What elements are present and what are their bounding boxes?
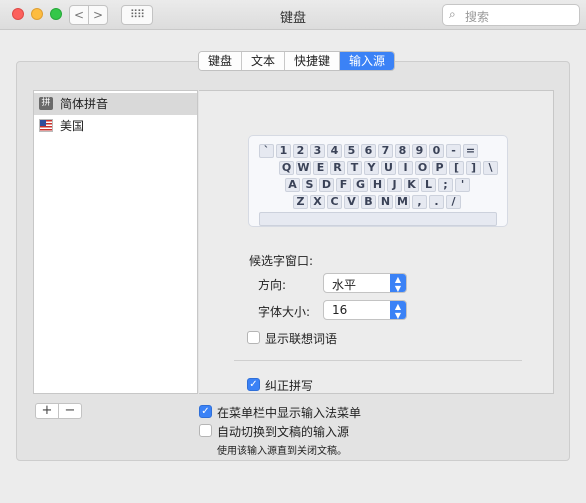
list-item-label: 美国 [60,119,85,133]
key: E [313,161,328,175]
font-size-label: 字体大小: [258,305,311,319]
add-input-source-button[interactable]: + [35,403,59,419]
key: K [404,178,419,192]
key: 0 [429,144,444,158]
key: - [446,144,461,158]
list-item-pinyin[interactable]: 拼 简体拼音 [34,93,197,115]
key: D [319,178,334,192]
show-predictive-checkbox[interactable] [247,331,260,344]
key: \ [483,161,498,175]
key: T [347,161,362,175]
divider [234,360,522,361]
updown-arrows-icon: ▲ ▼ [390,274,406,293]
correct-pinyin-label: 纠正拼写 [265,379,314,393]
tab-bar: 键盘 文本 快捷键 输入源 [198,51,396,71]
search-field[interactable]: ⌕ 搜索 [442,4,580,26]
key: U [381,161,396,175]
font-size-value: 16 [332,303,348,317]
key: / [446,195,461,209]
key: V [344,195,359,209]
search-icon: ⌕ [449,7,456,21]
key: R [330,161,345,175]
key: B [361,195,376,209]
key: [ [449,161,464,175]
tab-input-sources[interactable]: 输入源 [340,52,395,70]
auto-switch-label: 自动切换到文稿的输入源 [217,425,350,439]
list-item-label: 简体拼音 [60,97,109,111]
show-predictive-label: 显示联想词语 [265,332,338,346]
key: 1 [276,144,291,158]
space-key [259,212,497,226]
key: 2 [293,144,308,158]
correct-pinyin-checkbox[interactable]: ✓ [247,378,260,391]
key: H [370,178,385,192]
key: J [387,178,402,192]
keyboard-preview: ` 1 2 3 4 5 6 7 8 9 0- = Q W E R T Y U I O P[] \ A S D F G H J K L; ' Z X C… [248,135,508,227]
title-bar: < > ⠿⠿ 键盘 ⌕ 搜索 [0,0,586,30]
key: S [302,178,317,192]
key: X [310,195,325,209]
key: 5 [344,144,359,158]
input-source-list: 拼 简体拼音 美国 [33,90,198,394]
key: 9 [412,144,427,158]
key: A [285,178,300,192]
direction-label: 方向: [258,278,287,292]
key: N [378,195,393,209]
key: = [463,144,478,158]
pinyin-icon: 拼 [39,97,53,110]
list-item-us[interactable]: 美国 [34,115,197,137]
tab-text[interactable]: 文本 [242,52,286,70]
key: L [421,178,436,192]
key: Y [364,161,379,175]
key: ' [455,178,470,192]
key: 6 [361,144,376,158]
us-flag-icon [39,119,53,132]
key: , [412,195,427,209]
key: G [353,178,368,192]
direction-value: 水平 [332,278,357,292]
show-menu-checkbox[interactable]: ✓ [199,405,212,418]
updown-arrows-icon: ▲ ▼ [390,301,406,320]
key: P [432,161,447,175]
key: 4 [327,144,342,158]
key: ; [438,178,453,192]
tab-keyboard[interactable]: 键盘 [199,52,243,70]
show-menu-label: 在菜单栏中显示输入法菜单 [217,406,362,420]
key: 8 [395,144,410,158]
key: Q [279,161,294,175]
auto-switch-checkbox[interactable] [199,424,212,437]
search-placeholder: 搜索 [465,10,490,24]
key: W [296,161,311,175]
key: 3 [310,144,325,158]
remove-input-source-button[interactable]: − [58,403,82,419]
key: 7 [378,144,393,158]
font-size-popup[interactable]: 16 ▲ ▼ [323,300,407,320]
key: M [395,195,410,209]
key: ` [259,144,274,158]
preferences-window: < > ⠿⠿ 键盘 ⌕ 搜索 键盘 文本 快捷键 输入源 拼 简体拼音 美国 `… [0,0,586,503]
key: F [336,178,351,192]
key: C [327,195,342,209]
key: O [415,161,430,175]
key: . [429,195,444,209]
key: ] [466,161,481,175]
tab-shortcuts[interactable]: 快捷键 [285,52,341,70]
key: Z [293,195,308,209]
key: I [398,161,413,175]
auto-switch-note: 使用该输入源直到关闭文稿。 [217,446,347,457]
direction-popup[interactable]: 水平 ▲ ▼ [323,273,407,293]
candidate-window-heading: 候选字窗口: [249,254,314,268]
